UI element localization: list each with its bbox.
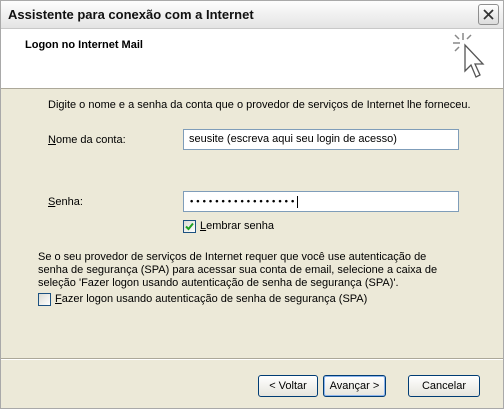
cursor-sparkle-icon xyxy=(453,33,485,78)
remember-password-label[interactable]: Lembrar senha xyxy=(200,220,274,232)
cancel-button[interactable]: Cancelar xyxy=(408,375,480,397)
checkmark-icon xyxy=(185,222,194,231)
password-label-text: enha: xyxy=(55,196,83,208)
close-icon xyxy=(483,9,494,20)
intro-text: Digite o nome e a senha da conta que o p… xyxy=(48,99,471,111)
title-bar[interactable]: Assistente para conexão com a Internet xyxy=(1,1,503,29)
account-label-text: ome da conta: xyxy=(55,134,126,146)
remember-label-text: embrar senha xyxy=(206,220,274,232)
spa-checkbox[interactable] xyxy=(38,293,51,306)
page-title: Logon no Internet Mail xyxy=(25,39,143,51)
account-name-input[interactable]: seusite (escreva aqui seu login de acess… xyxy=(183,129,459,150)
close-button[interactable] xyxy=(478,4,499,25)
footer-separator xyxy=(1,358,503,360)
password-label: Senha: xyxy=(48,196,83,208)
spa-description: Se o seu provedor de serviços de Interne… xyxy=(38,251,438,289)
remember-password-checkbox[interactable] xyxy=(183,220,196,233)
spa-label[interactable]: Fazer logon usando autenticação de senha… xyxy=(55,293,367,305)
wizard-header: Logon no Internet Mail xyxy=(1,29,503,89)
password-input[interactable]: ••••••••••••••••• xyxy=(183,191,459,212)
text-caret xyxy=(297,196,299,208)
next-button[interactable]: Avançar > xyxy=(323,375,386,397)
back-button[interactable]: < Voltar xyxy=(258,375,318,397)
window-title: Assistente para conexão com a Internet xyxy=(8,7,254,22)
password-mask: ••••••••••••••••• xyxy=(189,197,297,208)
account-label: Nome da conta: xyxy=(48,134,126,146)
dialog-window: Assistente para conexão com a Internet L… xyxy=(0,0,504,409)
spa-label-text: azer logon usando autenticação de senha … xyxy=(61,293,368,305)
